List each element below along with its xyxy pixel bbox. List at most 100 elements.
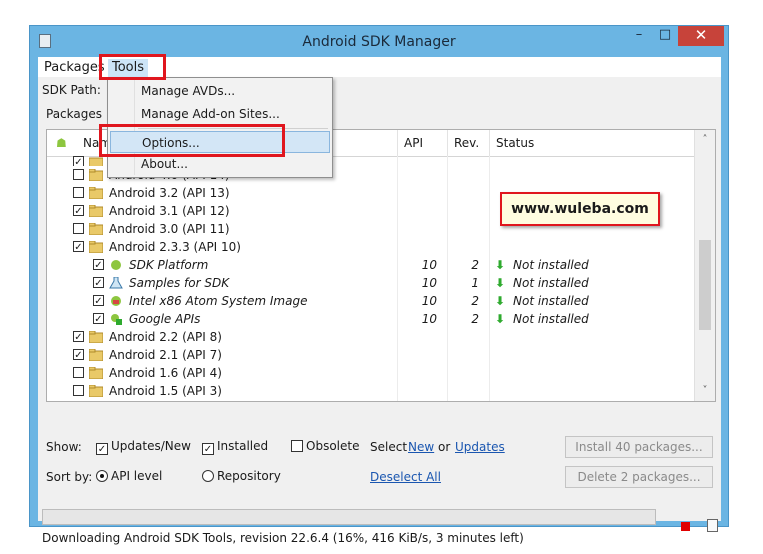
sort-by-label: Sort by: bbox=[46, 470, 93, 484]
row-status: Not installed bbox=[513, 258, 589, 272]
show-label: Show: bbox=[46, 440, 82, 454]
row-name: Android 3.0 (API 11) bbox=[109, 222, 230, 236]
folder-icon bbox=[89, 349, 103, 361]
android-icon: ☗ bbox=[56, 136, 67, 150]
flask-icon bbox=[109, 277, 123, 289]
sort-repository-radio[interactable]: Repository bbox=[202, 469, 281, 483]
folder-icon bbox=[89, 157, 103, 166]
folder-icon bbox=[89, 205, 103, 217]
obsolete-checkbox[interactable]: Obsolete bbox=[291, 439, 359, 453]
stop-icon[interactable] bbox=[681, 522, 690, 531]
checkbox-box[interactable]: ✓ bbox=[96, 443, 108, 455]
row-rev: 2 bbox=[471, 294, 479, 308]
scroll-thumb[interactable] bbox=[699, 240, 711, 330]
row-name: SDK Platform bbox=[129, 258, 209, 272]
row-api: 10 bbox=[421, 258, 437, 272]
google-apis-icon bbox=[111, 314, 122, 325]
row-status: Not installed bbox=[513, 276, 589, 290]
row-rev: 2 bbox=[471, 312, 479, 326]
row-status: Not installed bbox=[513, 312, 589, 326]
watermark-label: www.wuleba.com bbox=[500, 192, 660, 226]
row-rev: 2 bbox=[471, 258, 479, 272]
install-packages-button[interactable]: Install 40 packages... bbox=[565, 436, 713, 458]
column-status[interactable]: Status bbox=[489, 130, 695, 156]
intel-android-icon bbox=[111, 296, 121, 306]
row-checkbox[interactable]: ✓ bbox=[73, 241, 84, 253]
row-name: Android 1.5 (API 3) bbox=[109, 384, 222, 398]
maximize-button[interactable]: □ bbox=[652, 26, 678, 46]
scroll-down-icon[interactable]: ˅ bbox=[695, 383, 715, 399]
table-row[interactable]: ✓ Google APIs 10 2 ⬇ Not installed bbox=[47, 310, 695, 328]
select-updates-link[interactable]: Updates bbox=[455, 440, 505, 454]
sort-api-level-radio[interactable]: API level bbox=[96, 469, 162, 483]
radio-button[interactable] bbox=[202, 470, 214, 482]
row-name: Google APIs bbox=[129, 312, 201, 326]
row-checkbox[interactable]: ✓ bbox=[93, 313, 104, 325]
row-checkbox[interactable]: ✓ bbox=[73, 331, 84, 343]
updates-new-checkbox[interactable]: ✓ Updates/New bbox=[96, 439, 191, 455]
folder-icon bbox=[89, 223, 103, 235]
row-name: Samples for SDK bbox=[129, 276, 230, 290]
row-checkbox[interactable] bbox=[73, 385, 84, 396]
android-icon bbox=[111, 260, 121, 270]
row-checkbox[interactable] bbox=[73, 223, 84, 234]
row-checkbox[interactable] bbox=[73, 367, 84, 378]
row-name: Android 2.3.3 (API 10) bbox=[109, 240, 241, 254]
column-rev[interactable]: Rev. bbox=[447, 130, 489, 156]
folder-icon bbox=[89, 169, 103, 181]
checkbox-box[interactable]: ✓ bbox=[202, 443, 214, 455]
table-row[interactable]: ✓ Samples for SDK 10 1 ⬇ Not installed bbox=[47, 274, 695, 292]
folder-icon bbox=[89, 331, 103, 343]
installed-checkbox[interactable]: ✓ Installed bbox=[202, 439, 268, 455]
table-row[interactable]: Android 1.5 (API 3) bbox=[47, 382, 695, 400]
table-row[interactable]: ✓ Android 2.3.3 (API 10) bbox=[47, 238, 695, 256]
download-progress-bar bbox=[42, 509, 656, 525]
row-checkbox[interactable] bbox=[73, 187, 84, 198]
folder-icon bbox=[89, 187, 103, 199]
row-api: 10 bbox=[421, 294, 437, 308]
menu-item-manage-addon-sites[interactable]: Manage Add-on Sites... bbox=[108, 103, 332, 125]
folder-icon bbox=[89, 385, 103, 397]
packages-label: Packages bbox=[46, 107, 102, 121]
table-row[interactable]: ✓ Intel x86 Atom System Image 10 2 ⬇ Not inst… bbox=[47, 292, 695, 310]
minimize-button[interactable]: – bbox=[626, 26, 652, 46]
or-label: or bbox=[438, 440, 451, 454]
row-checkbox[interactable]: ✓ bbox=[73, 205, 84, 217]
table-row[interactable]: Android 1.6 (API 4) bbox=[47, 364, 695, 382]
table-row[interactable]: ✓ SDK Platform 10 2 ⬇ Not installed bbox=[47, 256, 695, 274]
row-api: 10 bbox=[421, 276, 437, 290]
row-checkbox[interactable]: ✓ bbox=[93, 295, 104, 307]
select-label: Select bbox=[370, 440, 408, 454]
delete-packages-button[interactable]: Delete 2 packages... bbox=[565, 466, 713, 488]
row-checkbox[interactable]: ✓ bbox=[73, 156, 84, 166]
tools-highlight-box bbox=[99, 54, 166, 80]
radio-button[interactable] bbox=[96, 470, 108, 482]
row-status: Not installed bbox=[513, 294, 589, 308]
row-name: Android 1.6 (API 4) bbox=[109, 366, 222, 380]
row-name: Android 3.2 (API 13) bbox=[109, 186, 230, 200]
table-row[interactable]: ✓ Android 2.1 (API 7) bbox=[47, 346, 695, 364]
deselect-all-link[interactable]: Deselect All bbox=[370, 470, 441, 484]
download-arrow-icon: ⬇ bbox=[495, 258, 506, 272]
select-new-link[interactable]: New bbox=[408, 440, 434, 454]
checkbox-box[interactable] bbox=[291, 440, 303, 452]
download-arrow-icon: ⬇ bbox=[495, 294, 506, 308]
row-name: Android 2.2 (API 8) bbox=[109, 330, 222, 344]
vertical-scrollbar[interactable]: ˄ ˅ bbox=[694, 130, 715, 401]
table-row[interactable]: ✓ Android 2.2 (API 8) bbox=[47, 328, 695, 346]
row-checkbox[interactable]: ✓ bbox=[93, 277, 104, 289]
window-title: Android SDK Manager bbox=[302, 34, 456, 50]
row-name: Android 3.1 (API 12) bbox=[109, 204, 230, 218]
row-checkbox[interactable] bbox=[73, 169, 84, 180]
column-api[interactable]: API bbox=[397, 130, 447, 156]
scroll-up-icon[interactable]: ˄ bbox=[695, 132, 715, 148]
row-rev: 1 bbox=[471, 276, 479, 290]
status-text: Downloading Android SDK Tools, revision … bbox=[42, 531, 524, 545]
close-button[interactable]: ✕ bbox=[678, 26, 724, 46]
menu-item-manage-avds[interactable]: Manage AVDs... bbox=[108, 80, 332, 102]
log-icon[interactable] bbox=[707, 519, 718, 532]
row-api: 10 bbox=[421, 312, 437, 326]
download-arrow-icon: ⬇ bbox=[495, 312, 506, 326]
row-checkbox[interactable]: ✓ bbox=[93, 259, 104, 271]
row-checkbox[interactable]: ✓ bbox=[73, 349, 84, 361]
